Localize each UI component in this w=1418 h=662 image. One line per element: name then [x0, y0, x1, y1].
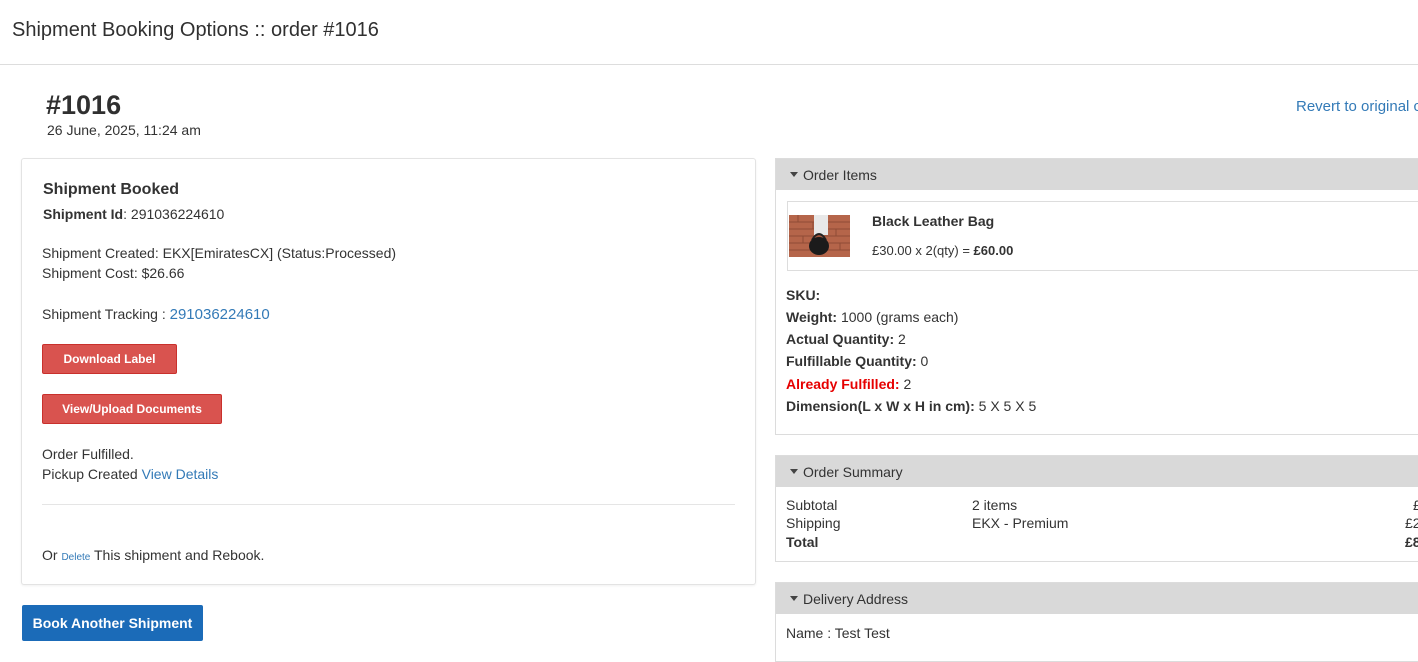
- shipment-cost: Shipment Cost: $26.66: [42, 265, 185, 281]
- already-fulfilled-row: Already Fulfilled: 2: [786, 376, 911, 392]
- dimension-row: Dimension(L x W x H in cm): 5 X 5 X 5: [786, 398, 1036, 414]
- weight-label: Weight:: [786, 309, 838, 325]
- shipment-id: Shipment Id: 291036224610: [43, 206, 224, 222]
- order-item: Black Leather Bag £30.00 x 2(qty) = £60.…: [787, 201, 1418, 271]
- caret-down-icon: [790, 469, 798, 474]
- bag-image-icon: [788, 202, 861, 270]
- revert-link[interactable]: Revert to original c: [1296, 98, 1418, 115]
- shipment-id-value: : 291036224610: [123, 206, 225, 222]
- order-number: #1016: [46, 90, 122, 120]
- address-name: Name : Test Test: [786, 625, 890, 641]
- sku-row: SKU:: [786, 287, 820, 303]
- item-price-total: £60.00: [973, 243, 1014, 258]
- summary-desc: 2 items: [972, 497, 1018, 513]
- summary-desc: EKX - Premium: [972, 515, 1069, 531]
- product-thumbnail: [788, 202, 861, 270]
- rebook-prefix: Or: [42, 547, 62, 563]
- divider: [42, 504, 735, 505]
- fulfillable-quantity-row: Fulfillable Quantity: 0: [786, 353, 928, 369]
- order-date: 26 June, 2025, 11:24 am: [47, 122, 201, 138]
- book-another-shipment-button[interactable]: Book Another Shipment: [22, 605, 203, 641]
- rebook-suffix: This shipment and Rebook.: [90, 547, 265, 563]
- summary-label: Total: [786, 534, 819, 550]
- already-fulfilled-label: Already Fulfilled:: [786, 376, 900, 392]
- summary-amount: £8: [1405, 534, 1418, 550]
- dimension-value: 5 X 5 X 5: [974, 398, 1037, 414]
- order-items-panel: Order Items Black Leather Bag £30.00 x 2…: [775, 158, 1418, 435]
- shipment-card: Shipment Booked Shipment Id: 29103622461…: [21, 158, 756, 585]
- weight-value: 1000 (grams each): [837, 309, 959, 325]
- delivery-address-panel: Delivery Address Name : Test Test: [775, 582, 1418, 662]
- item-price-text: £30.00 x 2(qty) =: [872, 243, 974, 258]
- fulfillable-quantity-value: 0: [916, 353, 929, 369]
- pickup-text: Pickup Created: [42, 466, 142, 482]
- order-items-header[interactable]: Order Items: [776, 159, 1418, 190]
- tracking-number-link[interactable]: 291036224610: [170, 306, 270, 323]
- shipment-created: Shipment Created: EKX[EmiratesCX] (Statu…: [42, 245, 397, 261]
- view-details-link[interactable]: View Details: [142, 466, 219, 482]
- pickup-created: Pickup Created View Details: [42, 466, 218, 482]
- view-upload-documents-button[interactable]: View/Upload Documents: [42, 394, 222, 424]
- actual-quantity-row: Actual Quantity: 2: [786, 331, 906, 347]
- actual-quantity-value: 2: [894, 331, 906, 347]
- order-items-heading: Order Items: [803, 166, 877, 183]
- already-fulfilled-value: 2: [899, 376, 912, 392]
- fulfillable-quantity-label: Fulfillable Quantity:: [786, 353, 917, 369]
- download-label-button[interactable]: Download Label: [42, 344, 177, 374]
- summary-amount: £: [1413, 497, 1418, 513]
- summary-amount: £2: [1405, 515, 1418, 531]
- order-summary-panel: Order Summary Subtotal 2 items £ Shippin…: [775, 455, 1418, 562]
- item-price: £30.00 x 2(qty) = £60.00: [872, 243, 1013, 258]
- item-name: Black Leather Bag: [872, 213, 995, 229]
- delivery-address-heading: Delivery Address: [803, 590, 909, 607]
- order-fulfilled-text: Order Fulfilled.: [42, 446, 134, 462]
- shipment-id-label: Shipment Id: [43, 206, 124, 222]
- page-header: Shipment Booking Options :: order #1016: [0, 0, 1418, 65]
- order-summary-heading: Order Summary: [803, 463, 903, 480]
- sku-label: SKU:: [786, 287, 821, 303]
- summary-label: Subtotal: [786, 497, 838, 513]
- rebook-text: Or Delete This shipment and Rebook.: [42, 547, 264, 563]
- shipment-tracking: Shipment Tracking : 291036224610: [42, 306, 270, 323]
- dimension-label: Dimension(L x W x H in cm):: [786, 398, 975, 414]
- summary-label: Shipping: [786, 515, 841, 531]
- actual-quantity-label: Actual Quantity:: [786, 331, 895, 347]
- shipment-status-title: Shipment Booked: [43, 181, 180, 198]
- delivery-address-header[interactable]: Delivery Address: [776, 583, 1418, 614]
- delete-shipment-link[interactable]: Delete: [61, 552, 90, 563]
- weight-row: Weight: 1000 (grams each): [786, 309, 958, 325]
- caret-down-icon: [790, 172, 798, 177]
- tracking-label: Shipment Tracking :: [42, 306, 170, 322]
- order-summary-header[interactable]: Order Summary: [776, 456, 1418, 487]
- caret-down-icon: [790, 596, 798, 601]
- page-title: Shipment Booking Options :: order #1016: [12, 19, 379, 41]
